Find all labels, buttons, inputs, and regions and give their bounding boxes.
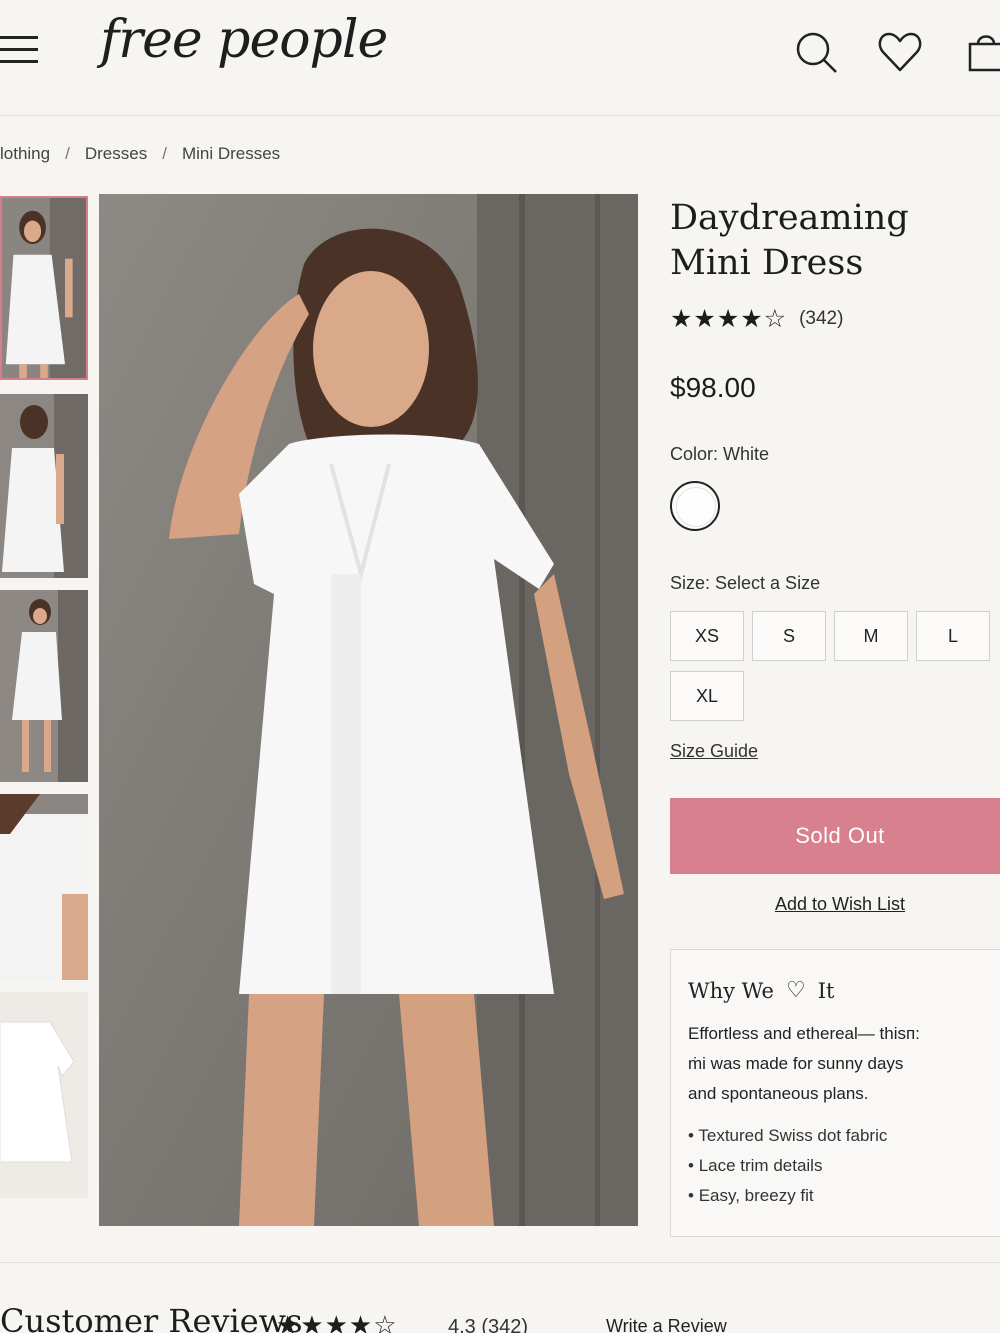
- reviews-stars-icon: ★★★★☆: [276, 1310, 398, 1333]
- product-thumbnail-1[interactable]: [0, 196, 88, 380]
- size-button-l[interactable]: L: [916, 611, 990, 661]
- rating-stars-icon: ★★★★☆: [670, 305, 788, 333]
- review-count[interactable]: (342): [799, 308, 843, 330]
- size-button-m[interactable]: M: [834, 611, 908, 661]
- size-button-xl[interactable]: XL: [670, 671, 744, 721]
- reviews-score: 4.3 (342): [448, 1316, 529, 1333]
- product-thumbnail-5[interactable]: [0, 992, 88, 1198]
- why-text-line: Effortless and ethereal— thisп:: [688, 1024, 920, 1043]
- breadcrumb: lothing / Dresses / Mini Dresses: [0, 144, 280, 164]
- product-thumbnail-3[interactable]: [0, 590, 88, 782]
- why-title: Why We ♡ It: [688, 978, 992, 1003]
- why-text-line: and spontaneous plans.: [688, 1084, 869, 1103]
- color-label: Color: White: [670, 444, 770, 464]
- feature-item: Lace trim details: [688, 1151, 992, 1181]
- heart-icon: ♡: [785, 978, 806, 1003]
- why-description: Effortless and ethereal— thisп: ṁi was m…: [688, 1019, 992, 1109]
- sold-out-button[interactable]: Sold Out: [670, 798, 1000, 874]
- breadcrumb-clothing[interactable]: lothing: [0, 144, 50, 163]
- section-divider: [0, 1262, 1000, 1263]
- bag-icon[interactable]: [962, 28, 1000, 76]
- size-button-s[interactable]: S: [752, 611, 826, 661]
- product-thumbnail-4[interactable]: [0, 794, 88, 980]
- search-icon[interactable]: [792, 28, 840, 76]
- add-to-wishlist-link[interactable]: Add to Wish List: [670, 894, 1000, 915]
- feature-item: Textured Swiss dot fabric: [688, 1121, 992, 1151]
- breadcrumb-mini-dresses[interactable]: Mini Dresses: [182, 144, 280, 163]
- size-button-xs[interactable]: XS: [670, 611, 744, 661]
- write-review-link[interactable]: Write a Review: [606, 1316, 727, 1333]
- product-main-image[interactable]: [99, 194, 638, 1226]
- size-guide-link[interactable]: Size Guide: [670, 741, 758, 762]
- color-swatch-white[interactable]: [670, 481, 720, 531]
- reviews-heading: Customer Reviews: [0, 1302, 303, 1333]
- product-rating[interactable]: ★★★★☆ (342): [670, 304, 1000, 334]
- why-title-before: Why We: [688, 978, 774, 1003]
- heart-icon[interactable]: [876, 28, 924, 76]
- product-thumbnail-2[interactable]: [0, 394, 88, 578]
- brand-logo[interactable]: free people: [100, 10, 388, 70]
- feature-list: Textured Swiss dot fabric Lace trim deta…: [688, 1121, 992, 1211]
- size-label: Size: Select a Size: [670, 573, 821, 593]
- why-title-after: It: [817, 978, 835, 1003]
- feature-item: Easy, breezy fit: [688, 1181, 992, 1211]
- why-text-line: ṁi was made for sunny days: [688, 1054, 904, 1073]
- why-we-love-it-box: Why We ♡ It Effortless and ethereal— thi…: [670, 949, 1000, 1237]
- product-price: $98.00: [670, 372, 756, 403]
- site-header: free people: [0, 0, 1000, 116]
- product-title: Daydreaming Mini Dress: [670, 198, 909, 283]
- breadcrumb-separator: /: [65, 144, 70, 163]
- breadcrumb-dresses[interactable]: Dresses: [85, 144, 147, 163]
- breadcrumb-separator: /: [162, 144, 167, 163]
- size-options: XS S M L XL: [670, 611, 1000, 731]
- product-info-panel: Daydreaming Mini Dress ★★★★☆ (342) $98.0…: [670, 196, 1000, 1237]
- menu-icon[interactable]: [0, 36, 38, 68]
